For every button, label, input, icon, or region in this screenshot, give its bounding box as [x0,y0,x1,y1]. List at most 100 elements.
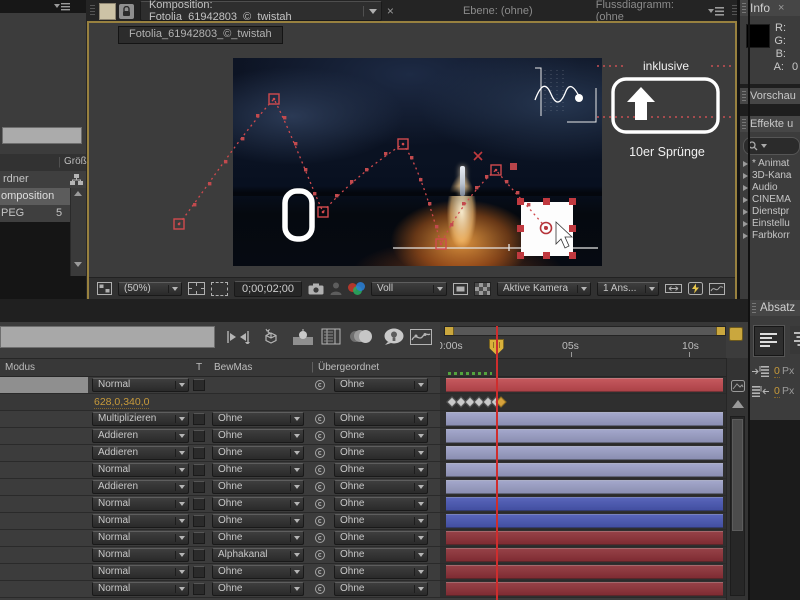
layer-duration-bar[interactable] [446,463,723,477]
view-count-dropdown[interactable]: 1 Ans... [597,282,659,296]
motion-blur-icon[interactable] [350,330,372,344]
col-modus[interactable]: Modus [5,362,35,373]
comp-breadcrumb-tab[interactable]: Fotolia_61942803_©_twistah [118,26,283,44]
parent-pickwhip-icon[interactable] [315,499,325,509]
timeline-scrollbar[interactable] [730,416,745,596]
blend-mode-dropdown[interactable]: Addieren [92,480,189,494]
resolution-dropdown[interactable]: Voll [371,282,447,296]
preserve-transparency-checkbox[interactable] [193,549,205,561]
layer-duration-bar[interactable] [446,582,723,596]
parent-dropdown[interactable]: Ohne [334,497,428,511]
preserve-transparency-checkbox[interactable] [193,583,205,595]
align-left-button[interactable] [754,326,784,356]
tab-close-icon[interactable]: × [387,4,394,18]
preserve-transparency-checkbox[interactable] [193,532,205,544]
zoom-dropdown[interactable]: (50%) [118,282,182,296]
flowchart-view-icon[interactable] [70,174,83,185]
target-region-icon[interactable] [453,283,468,295]
layer-duration-bar[interactable] [446,412,723,426]
blend-mode-dropdown[interactable]: Normal [92,531,189,545]
track-matte-dropdown[interactable]: Ohne [212,565,304,579]
col-bewmas[interactable]: BewMas [214,362,252,373]
mini-flowchart-icon[interactable] [226,330,250,344]
timeline-track[interactable] [440,411,726,427]
parent-pickwhip-icon[interactable] [315,414,325,424]
parent-dropdown[interactable]: Ohne [334,446,428,460]
blend-mode-dropdown[interactable]: Addieren [92,429,189,443]
blend-mode-dropdown[interactable]: Normal [92,548,189,562]
layer-duration-bar[interactable] [446,514,723,528]
brainstorm-icon[interactable] [384,328,405,345]
position-value[interactable]: 628,0,340,0 [94,396,149,409]
tab-flowchart-menu-icon[interactable] [708,7,724,16]
layer-duration-bar[interactable] [446,548,723,562]
timeline-track[interactable] [440,479,726,495]
comp-color-swatch[interactable] [99,3,116,20]
panel-grip[interactable] [90,5,95,17]
project-item-composition[interactable]: omposition [0,188,70,205]
track-matte-dropdown[interactable]: Ohne [212,514,304,528]
project-item-folder[interactable]: rdner [0,171,86,188]
timeline-graph-icon[interactable] [709,283,725,295]
timeline-track[interactable] [440,445,726,461]
layer-duration-bar[interactable] [446,378,723,392]
timeline-layer-row[interactable]: Normal Ohne Ohne [0,581,748,598]
timeline-track[interactable] [440,496,726,512]
project-search-field[interactable] [2,127,82,144]
col-t[interactable]: T [196,362,202,373]
preserve-transparency-checkbox[interactable] [193,464,205,476]
comp-button-icon[interactable] [731,380,745,392]
blend-mode-dropdown[interactable]: Normal [92,582,189,596]
comp-name-field[interactable] [0,326,215,348]
safe-margins-icon[interactable] [188,282,205,295]
indent-left-row[interactable]: 0 Px [752,364,800,379]
timeline-layer-row[interactable]: Normal Ohne Ohne [0,530,748,547]
track-matte-dropdown[interactable]: Ohne [212,531,304,545]
shy-layers-icon[interactable] [293,329,313,345]
parent-pickwhip-icon[interactable] [315,516,325,526]
track-matte-dropdown[interactable]: Ohne [212,412,304,426]
current-time-indicator-line[interactable] [496,326,498,600]
blend-mode-dropdown[interactable]: Addieren [92,446,189,460]
parent-dropdown[interactable]: Ohne [334,412,428,426]
indent-left-value[interactable]: 0 [774,365,780,378]
parent-pickwhip-icon[interactable] [315,431,325,441]
layer-duration-bar[interactable] [446,565,723,579]
time-ruler[interactable]: 0:00s 05s 10s [440,322,726,358]
timeline-property-row[interactable]: 628,0,340,0 [0,394,748,411]
layer-duration-bar[interactable] [446,497,723,511]
timeline-track[interactable] [440,581,726,597]
preserve-transparency-checkbox[interactable] [193,498,205,510]
timeline-layer-row[interactable]: NormalOhneOhne [0,513,748,530]
preserve-transparency-checkbox[interactable] [193,481,205,493]
timeline-track[interactable] [440,564,726,580]
layer-duration-bar[interactable] [446,531,723,545]
scroll-up-icon[interactable] [74,191,82,196]
tab-composition[interactable]: Komposition: Fotolia_61942803_©_twistah … [140,1,382,21]
search-scope-icon[interactable] [761,144,767,148]
preserve-transparency-checkbox[interactable] [193,447,205,459]
parent-dropdown[interactable]: Ohne [334,548,428,562]
timeline-layer-row[interactable]: NormalOhneOhne [0,496,748,513]
track-matte-dropdown[interactable]: Alphakanal [212,548,304,562]
track-matte-dropdown[interactable]: Ohne [212,463,304,477]
timeline-track[interactable] [440,530,726,546]
timeline-layer-row[interactable]: AddierenOhneOhne [0,479,748,496]
parent-dropdown[interactable]: Ohne [334,582,428,596]
show-snapshot-icon[interactable] [330,282,342,295]
parent-dropdown[interactable]: Ohne [334,480,428,494]
layer-duration-bar[interactable] [446,480,723,494]
timeline-track[interactable] [440,394,726,410]
project-scrollbar[interactable] [70,188,86,276]
scroll-up-icon[interactable] [732,400,744,408]
camera-view-dropdown[interactable]: Aktive Kamera [497,282,591,296]
track-matte-dropdown[interactable]: Ohne [212,582,304,596]
parent-pickwhip-icon[interactable] [315,465,325,475]
parent-dropdown[interactable]: Ohne [334,531,428,545]
blend-mode-dropdown[interactable]: Normal [92,514,189,528]
transparency-grid-icon[interactable] [474,282,491,296]
pixel-aspect-icon[interactable] [665,283,682,294]
parent-dropdown[interactable]: Ohne [334,463,428,477]
project-item-jpeg[interactable]: PEG 5 [0,205,70,222]
indent-right-row[interactable]: 0 Px [752,384,800,399]
